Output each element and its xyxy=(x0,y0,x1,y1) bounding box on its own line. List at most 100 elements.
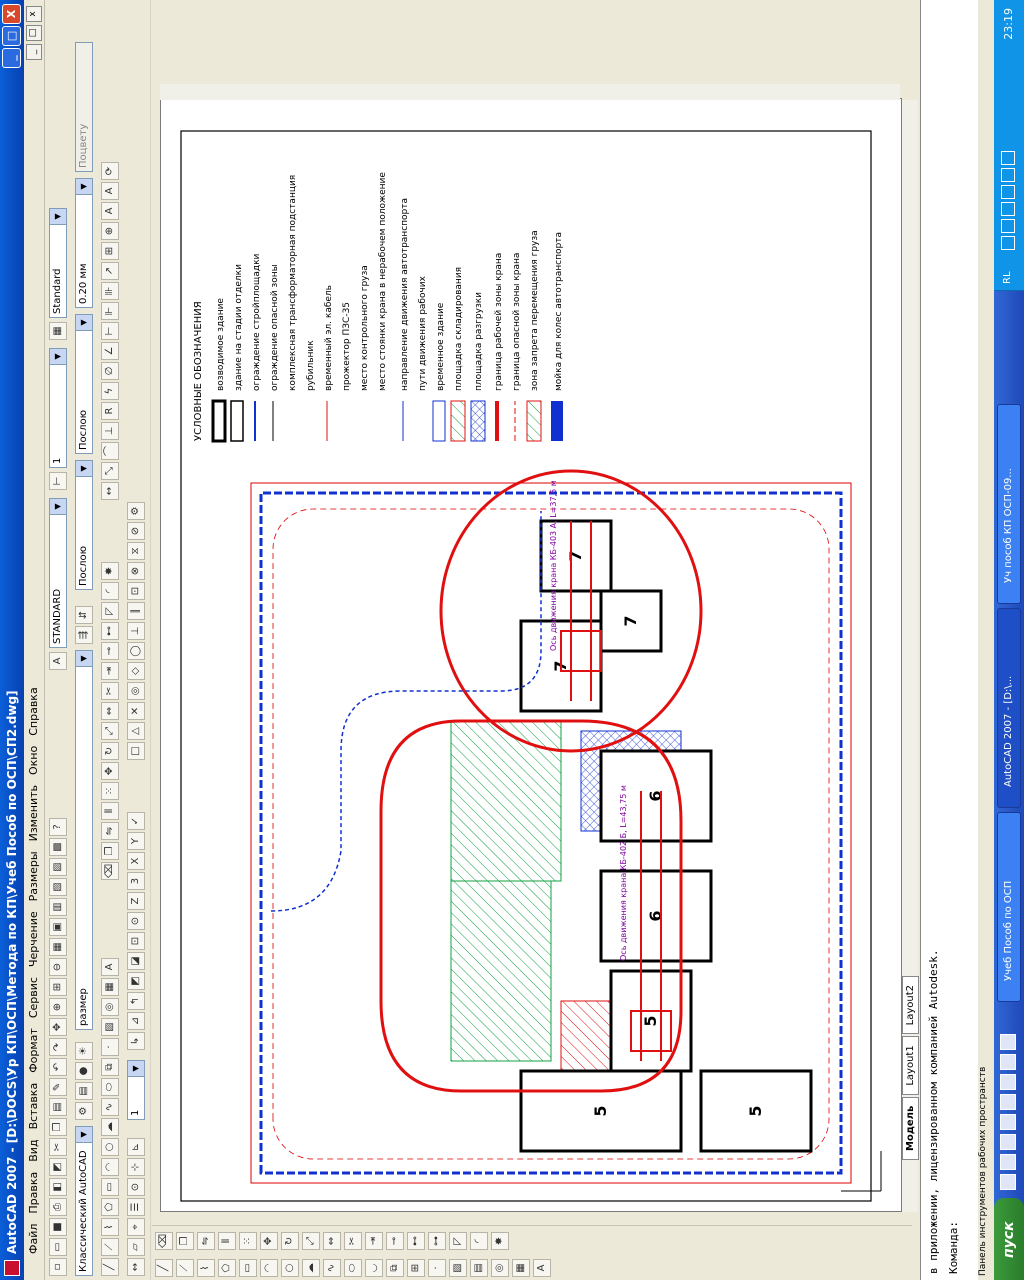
layer-previous-icon[interactable]: ⇵ xyxy=(75,606,93,624)
offset-icon[interactable]: ⫴ xyxy=(101,802,119,820)
explode-icon[interactable]: ✸ xyxy=(491,1232,509,1250)
tray-icon[interactable] xyxy=(1001,185,1015,199)
snap-endpoint-icon[interactable]: □ xyxy=(127,742,145,760)
arc-icon[interactable]: ◠ xyxy=(260,1259,278,1277)
list-icon[interactable]: ☰ xyxy=(127,1198,145,1216)
osnap-settings-icon[interactable]: ⚙ xyxy=(127,502,145,520)
tray-icon[interactable] xyxy=(1001,168,1015,182)
help-icon[interactable]: ? xyxy=(49,818,67,836)
extend-icon[interactable]: ⇥ xyxy=(365,1232,383,1250)
ucs-3p-icon[interactable]: 3 xyxy=(127,872,145,890)
quicklaunch-icon[interactable] xyxy=(1000,1074,1016,1090)
chevron-down-icon[interactable]: ▼ xyxy=(76,1127,92,1143)
fillet-icon[interactable]: ◜ xyxy=(470,1232,488,1250)
spline-icon[interactable]: ∿ xyxy=(323,1259,341,1277)
ellipse-icon[interactable]: ⬭ xyxy=(101,1078,119,1096)
doc-close-button[interactable]: x xyxy=(26,6,42,22)
move-icon[interactable]: ✥ xyxy=(101,762,119,780)
paste-icon[interactable]: ▤ xyxy=(49,1098,67,1116)
sun-icon[interactable]: ☀ xyxy=(75,1042,93,1060)
rect-icon[interactable]: ▭ xyxy=(239,1259,257,1277)
extend-icon[interactable]: ⇥ xyxy=(101,662,119,680)
insert-icon[interactable]: ⧉ xyxy=(386,1259,404,1277)
ucs-origin-icon[interactable]: ⊙ xyxy=(127,912,145,930)
erase-icon[interactable]: ⌫ xyxy=(101,862,119,880)
break-point-icon[interactable]: ⊸ xyxy=(386,1232,404,1250)
preview-icon[interactable]: ◧ xyxy=(49,1178,67,1196)
pline-icon[interactable]: ⌇ xyxy=(197,1259,215,1277)
quicklaunch-icon[interactable] xyxy=(1000,1154,1016,1170)
match-icon[interactable]: ✎ xyxy=(49,1078,67,1096)
quicklaunch-icon[interactable] xyxy=(1000,1174,1016,1190)
command-window[interactable]: в приложении, лицензированном компанией … xyxy=(920,0,979,1280)
publish-icon[interactable]: ◩ xyxy=(49,1158,67,1176)
region-icon[interactable]: ◎ xyxy=(491,1259,509,1277)
scale-combo[interactable]: 1 ▼ xyxy=(127,1060,145,1120)
minimize-button[interactable]: _ xyxy=(2,48,21,68)
ucs-icon[interactable]: ↳ xyxy=(127,1032,145,1050)
dist-icon[interactable]: ↔ xyxy=(127,1258,145,1276)
linetype-combo[interactable]: Послою ▼ xyxy=(75,314,93,454)
language-indicator[interactable]: RL xyxy=(1002,271,1013,284)
move-icon[interactable]: ✥ xyxy=(260,1232,278,1250)
quicklaunch-icon[interactable] xyxy=(1000,1054,1016,1070)
ortho-icon[interactable]: ⊾ xyxy=(127,1138,145,1156)
sheetset-icon[interactable]: ▧ xyxy=(49,878,67,896)
snap-icon[interactable]: ⊹ xyxy=(127,1158,145,1176)
locate-icon[interactable]: ⊙ xyxy=(127,1178,145,1196)
chevron-down-icon[interactable]: ▼ xyxy=(50,499,66,515)
continue-icon[interactable]: ⊪ xyxy=(101,282,119,300)
text-style-combo[interactable]: STANDARD ▼ xyxy=(49,498,67,648)
markup-icon[interactable]: ▨ xyxy=(49,858,67,876)
explode-icon[interactable]: ✸ xyxy=(101,562,119,580)
fillet-icon[interactable]: ◜ xyxy=(101,582,119,600)
snap-nearest-icon[interactable]: ⧖ xyxy=(127,542,145,560)
menu-view[interactable]: Вид xyxy=(27,1139,40,1161)
tray-icon[interactable] xyxy=(1001,219,1015,233)
region-icon[interactable]: ◎ xyxy=(101,998,119,1016)
polygon-icon[interactable]: ⬠ xyxy=(218,1259,236,1277)
trim-icon[interactable]: ✂ xyxy=(101,682,119,700)
table-icon[interactable]: ▦ xyxy=(101,978,119,996)
zoom-realtime-icon[interactable]: ⊕ xyxy=(49,998,67,1016)
toolpalette-icon[interactable]: ▥ xyxy=(49,898,67,916)
scale-icon[interactable]: ⤢ xyxy=(101,722,119,740)
undo-icon[interactable]: ↶ xyxy=(49,1058,67,1076)
line-icon[interactable]: ╱ xyxy=(155,1259,173,1277)
copy-icon[interactable]: ❐ xyxy=(176,1232,194,1250)
ucs-face-icon[interactable]: ◩ xyxy=(127,972,145,990)
ellipse-icon[interactable]: ⬭ xyxy=(344,1259,362,1277)
leader-icon[interactable]: ↗ xyxy=(101,262,119,280)
array-icon[interactable]: ⁙ xyxy=(101,782,119,800)
block-icon[interactable]: ⧉ xyxy=(101,1058,119,1076)
ellipse-arc-icon[interactable]: ◡ xyxy=(365,1259,383,1277)
drawing-area[interactable]: 5 5 5 6 6 7 7 7 Ось движения крана КБ-40… xyxy=(160,98,902,1212)
circle-icon[interactable]: ○ xyxy=(281,1259,299,1277)
arc-icon[interactable]: ◠ xyxy=(101,1158,119,1176)
spline-icon[interactable]: ∿ xyxy=(101,1098,119,1116)
quicklaunch-icon[interactable] xyxy=(1000,1094,1016,1110)
pan-icon[interactable]: ✥ xyxy=(49,1018,67,1036)
quicklaunch-icon[interactable] xyxy=(1000,1034,1016,1050)
dim-radius-icon[interactable]: R xyxy=(101,402,119,420)
chevron-down-icon[interactable]: ▼ xyxy=(128,1061,144,1077)
tab-layout2[interactable]: Layout2 xyxy=(902,975,919,1035)
xline-icon[interactable]: ⟋ xyxy=(176,1259,194,1277)
snap-tangent-icon[interactable]: ◯ xyxy=(127,642,145,660)
point-icon[interactable]: · xyxy=(428,1259,446,1277)
start-button[interactable]: пуск xyxy=(994,1198,1024,1280)
new-icon[interactable]: ▫ xyxy=(49,1258,67,1276)
designcenter-icon[interactable]: ▣ xyxy=(49,918,67,936)
snap-none-icon[interactable]: ⊘ xyxy=(127,522,145,540)
snap-quadrant-icon[interactable]: ◇ xyxy=(127,662,145,680)
make-block-icon[interactable]: ⊞ xyxy=(407,1259,425,1277)
color-combo[interactable]: Послою ▼ xyxy=(75,460,93,590)
break-icon[interactable]: ⊷ xyxy=(407,1232,425,1250)
properties-icon[interactable]: ▦ xyxy=(49,938,67,956)
ucs-apply-icon[interactable]: ✓ xyxy=(127,812,145,830)
quick-dim-icon[interactable]: ⊢ xyxy=(101,322,119,340)
dim-update-icon[interactable]: ⟳ xyxy=(101,162,119,180)
circle-icon[interactable]: ○ xyxy=(101,1138,119,1156)
table-icon[interactable]: ▦ xyxy=(512,1259,530,1277)
snap-perp-icon[interactable]: ⊥ xyxy=(127,622,145,640)
